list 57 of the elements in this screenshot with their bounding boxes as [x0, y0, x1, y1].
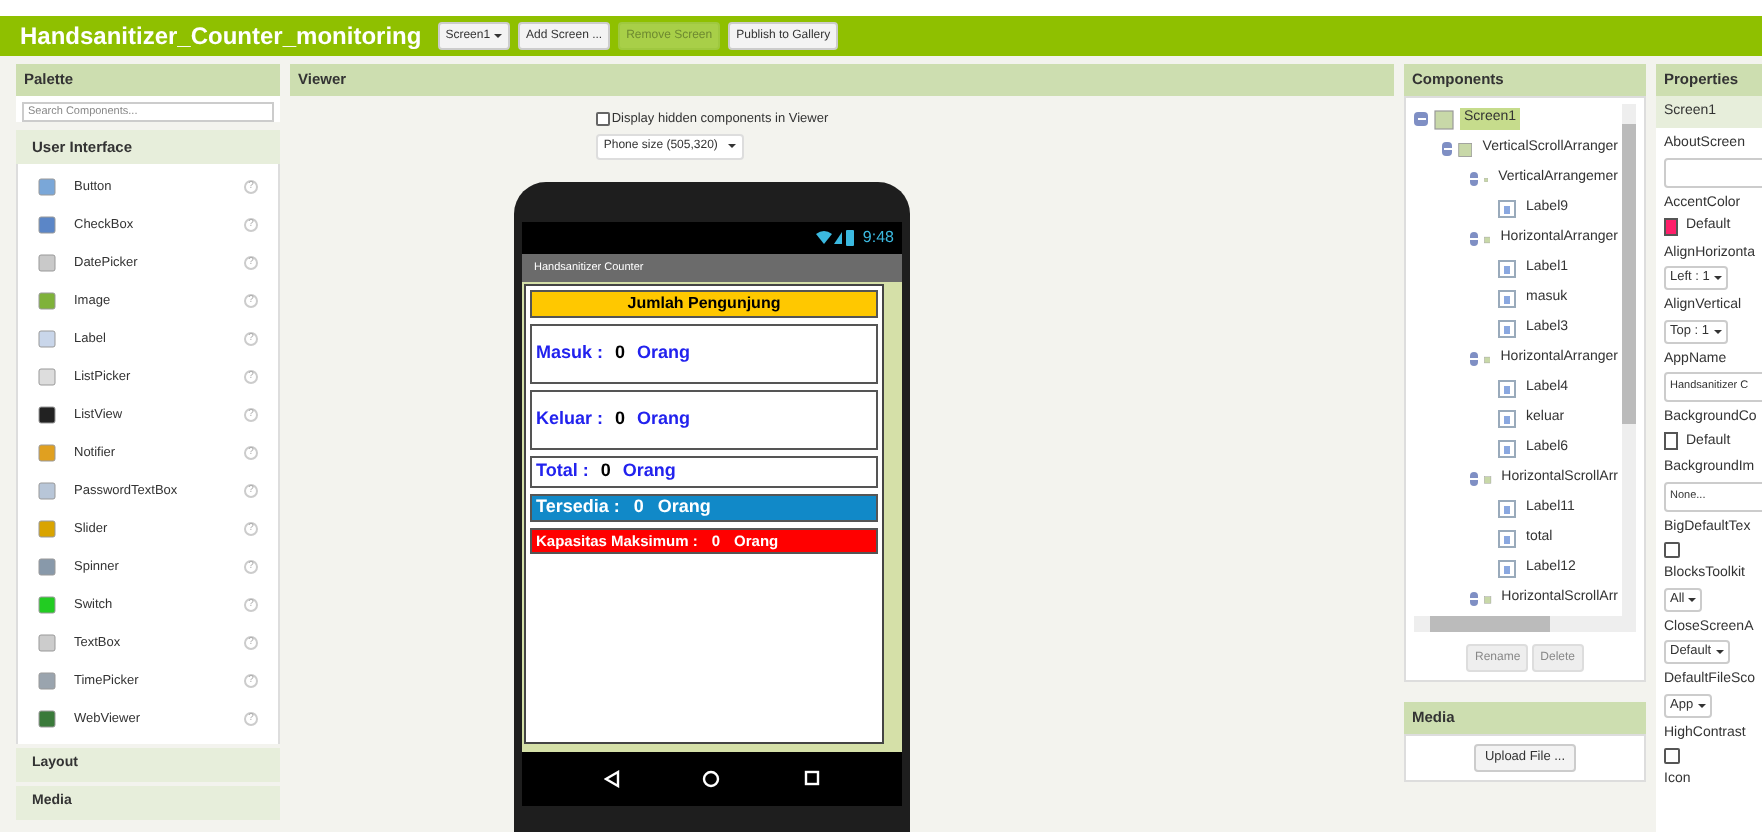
component-icon: [38, 596, 56, 614]
home-icon[interactable]: [702, 769, 721, 788]
collapse-toggle[interactable]: [1470, 232, 1478, 246]
counter-label: Keluar :: [536, 406, 604, 432]
collapse-toggle[interactable]: [1470, 172, 1478, 186]
collapse-toggle[interactable]: [1470, 352, 1478, 366]
back-icon[interactable]: [603, 769, 620, 788]
caret-icon: [727, 144, 736, 149]
component-icon: [38, 368, 56, 386]
counter-unit: Orang: [622, 458, 676, 484]
color-swatch[interactable]: [1664, 217, 1678, 236]
caret-icon: [1688, 597, 1697, 601]
component-icon: [38, 710, 56, 728]
property-checkbox[interactable]: [1664, 748, 1680, 764]
scrollbar[interactable]: [1414, 616, 1636, 632]
collapse-toggle[interactable]: [1470, 472, 1478, 486]
counter-label: Masuk :: [536, 340, 604, 366]
component-icon: [38, 520, 56, 538]
counter-value: 0: [600, 458, 611, 484]
caret-icon: [1697, 703, 1706, 707]
component-icon: [38, 672, 56, 690]
label-icon: [1498, 200, 1516, 218]
component-icon: [38, 406, 56, 424]
component-icon: [38, 634, 56, 652]
scrollbar[interactable]: [1622, 104, 1636, 616]
status-icons: [816, 229, 857, 246]
component-icon: [38, 216, 56, 234]
property-checkbox[interactable]: [1664, 542, 1680, 558]
caret-icon: [1713, 329, 1722, 333]
title-label: Jumlah Pengunjung: [530, 289, 878, 318]
collapse-toggle[interactable]: [1442, 142, 1453, 156]
component-icon: [38, 444, 56, 462]
clock: 9:48: [862, 225, 894, 250]
project-title: Handsanitizer_Counter_monitoring: [20, 20, 422, 54]
caret-icon: [494, 34, 503, 38]
component-icon: [38, 254, 56, 272]
caret-icon: [1713, 276, 1722, 280]
collapse-toggle[interactable]: [1414, 112, 1428, 126]
counter-unit: Orang: [657, 494, 711, 520]
component-icon: [38, 292, 56, 310]
caret-icon: [1715, 650, 1724, 654]
counter-unit: Orang: [637, 340, 691, 366]
counter-label: Tersedia :: [536, 494, 620, 520]
component-icon: [38, 482, 56, 500]
component-icon: [38, 178, 56, 196]
counter-label: Total :: [536, 458, 589, 484]
color-swatch[interactable]: [1664, 432, 1678, 451]
collapse-toggle[interactable]: [1470, 592, 1478, 606]
component-icon: [38, 330, 56, 348]
component-icon: [38, 558, 56, 576]
property-field[interactable]: [1664, 157, 1762, 187]
checkbox[interactable]: [595, 112, 610, 127]
counter-value: 0: [633, 494, 644, 520]
counter-value: 0: [615, 406, 626, 432]
recent-apps-icon[interactable]: [804, 770, 821, 787]
counter-value: 0: [615, 340, 626, 366]
counter-unit: Orang: [637, 406, 691, 432]
